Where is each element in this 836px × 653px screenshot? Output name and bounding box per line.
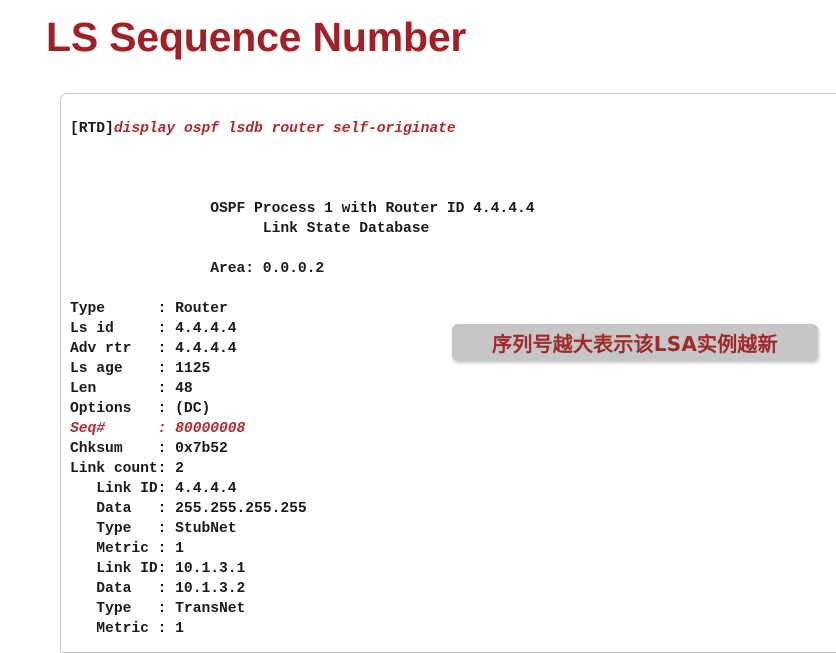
cli-line-type-2: Type : TransNet	[70, 601, 246, 617]
cli-line-options: Options : (DC)	[70, 401, 211, 417]
cli-line-process-header: OSPF Process 1 with Router ID 4.4.4.4	[70, 201, 535, 217]
annotation-label: 序列号越大表示该LSA实例越新	[492, 332, 778, 356]
cli-line-link-id-1: Link ID: 4.4.4.4	[70, 481, 237, 497]
page-title: LS Sequence Number	[46, 14, 467, 60]
cli-line-area: Area: 0.0.0.2	[70, 261, 325, 277]
cli-output-panel: [RTD]display ospf lsdb router self-origi…	[60, 93, 836, 653]
cli-line-seq-number: Seq# : 80000008	[70, 421, 246, 437]
cli-line-data-2: Data : 10.1.3.2	[70, 581, 246, 597]
cli-line-type-1: Type : StubNet	[70, 521, 237, 537]
cli-command-line: [RTD]display ospf lsdb router self-origi…	[70, 119, 535, 139]
cli-line-metric-1: Metric : 1	[70, 541, 184, 557]
cli-line-blank-2	[70, 239, 535, 259]
cli-line-metric-2: Metric : 1	[70, 621, 184, 637]
cli-output-text: [RTD]display ospf lsdb router self-origi…	[70, 99, 535, 639]
cli-line-blank-3	[70, 279, 535, 299]
cli-prompt: [RTD]	[70, 121, 114, 137]
cli-line-link-id-2: Link ID: 10.1.3.1	[70, 561, 246, 577]
cli-line-link-count: Link count: 2	[70, 461, 184, 477]
annotation-callout: 序列号越大表示该LSA实例越新	[452, 324, 818, 361]
cli-line-len: Len : 48	[70, 381, 193, 397]
cli-line-blank-1	[70, 179, 535, 199]
cli-line-ls-age: Ls age : 1125	[70, 361, 211, 377]
cli-line-lsdb-header: Link State Database	[70, 221, 430, 237]
cli-command: display ospf lsdb router self-originate	[113, 121, 456, 137]
cli-line-type: Type : Router	[70, 301, 228, 317]
cli-line-chksum: Chksum : 0x7b52	[70, 441, 228, 457]
cli-line-data-1: Data : 255.255.255.255	[70, 501, 307, 517]
